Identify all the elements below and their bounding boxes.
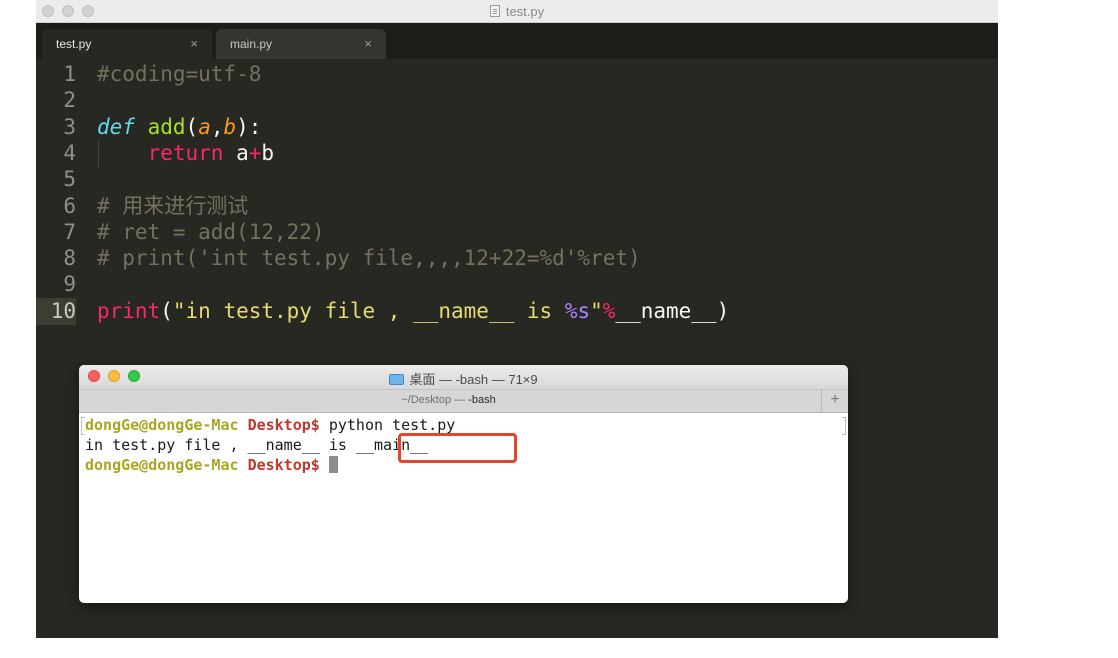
prompt-dir: Desktop$ [247, 416, 320, 434]
terminal-output-text: in test.py file , __name__ is __main__ [85, 436, 429, 454]
code-token: a [223, 140, 249, 165]
code-token: %s [564, 298, 591, 323]
new-tab-button[interactable]: + [821, 389, 848, 413]
close-tab-icon[interactable]: × [190, 36, 198, 51]
code-line: 7 # ret = add(12,22) [36, 219, 998, 246]
tab-label: test.py [56, 37, 92, 51]
code-text: print("in test.py file , __name__ is %s"… [97, 298, 729, 325]
line-number: 9 [63, 272, 76, 297]
selection-bracket-left [81, 417, 85, 435]
code-line: 1 #coding=utf-8 [36, 61, 998, 88]
terminal-titlebar: 桌面 — -bash — 71×9 [79, 365, 848, 389]
terminal-tab-bar: ~/Desktop — -bash + [79, 389, 848, 413]
code-text: def add(a,b): [97, 114, 261, 141]
code-line: 9 [36, 271, 998, 298]
tab-test-py[interactable]: test.py × [42, 29, 212, 59]
code-token: ( [160, 298, 173, 323]
highlight-annotation [398, 433, 517, 463]
code-token: ( [185, 114, 199, 139]
code-text: # print('int test.py file,,,,12+22=%d'%r… [97, 245, 641, 272]
prompt-user: dongGe@dongGe-Mac [85, 456, 239, 474]
line-number: 6 [63, 193, 76, 218]
prompt-user: dongGe@dongGe-Mac [85, 416, 239, 434]
code-token: b [223, 114, 237, 139]
code-token: # 用来进行测试 [97, 193, 249, 218]
terminal-line: dongGe@dongGe-Mac Desktop$ python test.p… [85, 415, 455, 435]
line-number: 8 [63, 246, 76, 271]
terminal-title-text: 桌面 — -bash — 71×9 [409, 372, 538, 387]
terminal-tab-process: -bash [468, 394, 496, 406]
terminal-tab-path: ~/Desktop — [401, 394, 469, 406]
line-number: 1 [63, 62, 76, 86]
code-token: # print('int test.py file,,,,12+22=%d'%r… [97, 246, 641, 271]
folder-icon [389, 374, 405, 385]
line-number: 10 [36, 297, 76, 325]
code-token: b [261, 140, 275, 165]
code-line: 10 print("in test.py file , __name__ is %… [36, 297, 998, 325]
line-number: 2 [63, 88, 76, 113]
code-token: , [210, 114, 224, 139]
code-text: return a+b [97, 140, 274, 167]
code-token: " [590, 298, 603, 323]
code-token: __name__) [615, 298, 730, 323]
code-line: 5 [36, 166, 998, 193]
line-number: 7 [63, 219, 76, 244]
terminal-line: in test.py file , __name__ is __main__ [85, 435, 428, 455]
terminal-tab[interactable]: ~/Desktop — -bash [79, 394, 818, 406]
code-token: #coding=utf-8 [97, 62, 262, 86]
terminal-line: dongGe@dongGe-Mac Desktop$ [85, 455, 338, 475]
code-text: # 用来进行测试 [97, 193, 248, 220]
code-line: 3 def add(a,b): [36, 114, 998, 141]
code-token: a [198, 114, 211, 139]
terminal-window-title: 桌面 — -bash — 71×9 [79, 369, 848, 388]
line-number: 4 [63, 140, 76, 165]
code-line: 8 # print('int test.py file,,,,12+22=%d'%… [36, 245, 998, 272]
code-line: 4 return a+b [36, 139, 998, 167]
code-token: return [147, 140, 224, 165]
terminal-command [320, 456, 329, 474]
document-icon [489, 5, 500, 17]
close-tab-icon[interactable]: × [364, 36, 372, 51]
terminal-cursor [328, 456, 338, 473]
code-token: ): [236, 114, 262, 139]
code-token: def [97, 114, 135, 139]
code-token: + [248, 140, 262, 165]
code-token: % [602, 298, 616, 323]
line-number: 3 [63, 114, 76, 139]
editor-titlebar: test.py [36, 0, 998, 23]
code-line: 2 [36, 87, 998, 114]
tab-main-py[interactable]: main.py × [216, 29, 386, 59]
code-line: 6 # 用来进行测试 [36, 193, 998, 220]
tab-label: main.py [230, 37, 273, 51]
terminal-window: 桌面 — -bash — 71×9 ~/Desktop — -bash + do… [79, 365, 848, 603]
code-text: # ret = add(12,22) [97, 219, 325, 246]
terminal-command: python test.py [319, 416, 456, 434]
line-number: 5 [63, 167, 76, 192]
code-text: #coding=utf-8 [97, 61, 261, 88]
code-token: add [147, 114, 186, 139]
selection-bracket-right [842, 417, 846, 435]
prompt-dir: Desktop$ [247, 456, 320, 474]
editor-window-title: test.py [36, 4, 998, 19]
code-token: "in test.py file , __name__ is [172, 298, 565, 323]
editor-window-title-text: test.py [505, 4, 545, 19]
code-token: # ret = add(12,22) [97, 219, 325, 244]
editor-tab-bar: test.py × main.py × [36, 23, 998, 59]
code-token: print [97, 298, 161, 323]
